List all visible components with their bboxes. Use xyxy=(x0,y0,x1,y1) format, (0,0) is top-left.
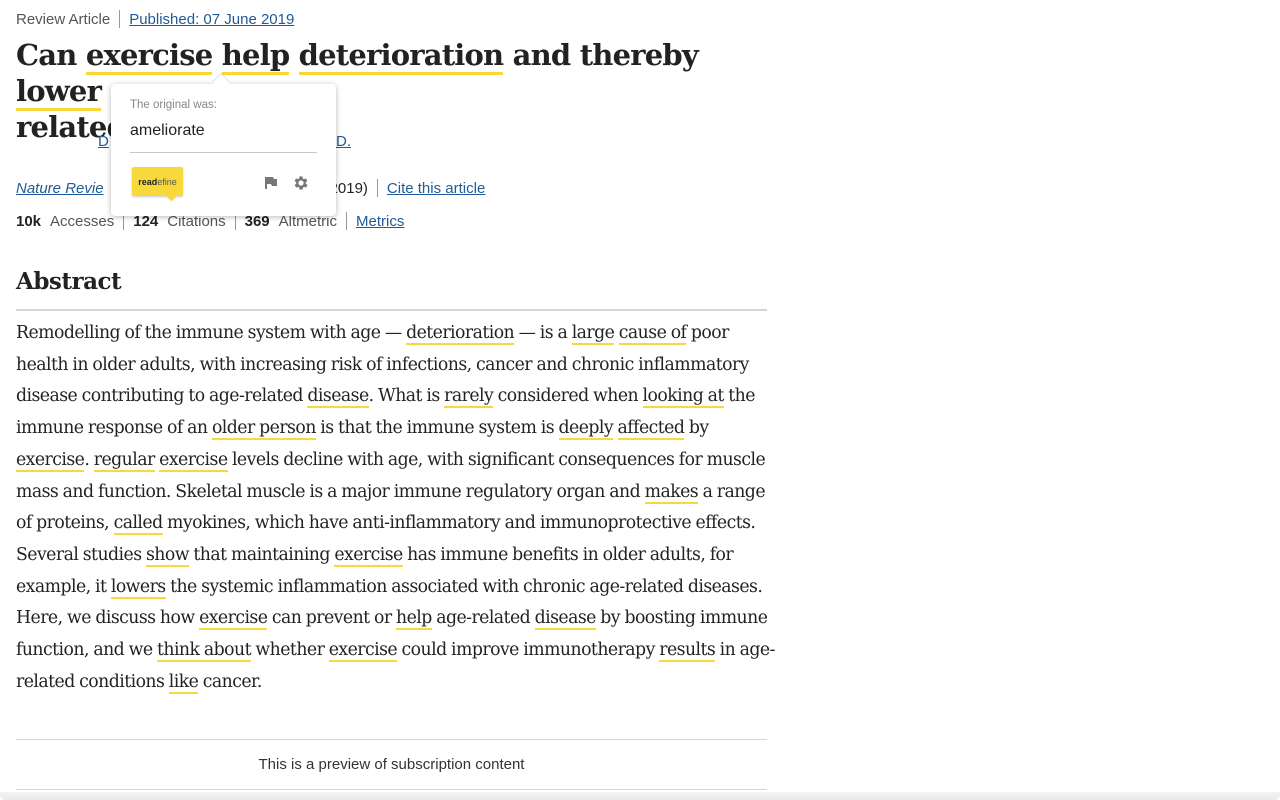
metrics-link[interactable]: Metrics xyxy=(356,213,404,230)
replaced-word[interactable]: regular xyxy=(93,449,155,472)
author-list: D D. xyxy=(98,133,351,150)
gear-icon[interactable] xyxy=(292,174,310,192)
preview-notice-text: This is a preview of subscription conten… xyxy=(258,756,525,773)
title-text: Can xyxy=(16,38,77,72)
replaced-word[interactable]: makes xyxy=(644,481,699,504)
replaced-word[interactable]: called xyxy=(113,513,163,536)
accesses-count: 10k xyxy=(16,212,42,230)
title-text: and thereby xyxy=(512,38,699,72)
replaced-word[interactable]: help xyxy=(396,608,432,631)
replaced-word[interactable]: disease xyxy=(534,608,596,631)
readefine-popup: The original was: ameliorate read efine xyxy=(111,84,336,216)
replaced-word[interactable]: cause of xyxy=(618,323,687,345)
replaced-word[interactable]: affected xyxy=(617,418,685,441)
author-link[interactable]: D. xyxy=(336,133,351,150)
replaced-word[interactable]: lowers xyxy=(110,576,166,599)
replaced-word[interactable]: results xyxy=(659,640,716,663)
title-line-2: related xyxy=(16,110,127,144)
divider xyxy=(376,179,378,197)
replaced-word[interactable]: exercise xyxy=(16,449,85,472)
replaced-word[interactable]: like xyxy=(168,671,199,694)
replaced-word[interactable]: deterioration xyxy=(406,323,515,345)
flag-icon[interactable] xyxy=(264,176,278,190)
abstract-divider xyxy=(16,309,767,311)
subscription-preview-notice: This is a preview of subscription conten… xyxy=(16,739,767,790)
accesses-label: Accesses xyxy=(50,212,115,230)
cite-this-article-link[interactable]: Cite this article xyxy=(387,180,485,197)
replaced-word[interactable]: exercise xyxy=(328,640,398,663)
replaced-word[interactable]: large xyxy=(571,323,615,345)
replaced-word[interactable]: exercise xyxy=(334,544,403,567)
divider xyxy=(346,212,347,230)
replaced-word[interactable]: exercise xyxy=(159,449,228,472)
window-bottom-edge xyxy=(0,792,1280,800)
abstract-text: Remodelling of the immune system with ag… xyxy=(16,323,775,694)
replaced-word[interactable]: looking at xyxy=(642,386,724,409)
published-date-link[interactable]: Published: 07 June 2019 xyxy=(129,11,294,28)
replaced-word[interactable]: exercise xyxy=(85,38,213,75)
replaced-word[interactable]: show xyxy=(145,544,190,567)
replaced-word[interactable]: think about xyxy=(156,640,252,663)
replaced-word[interactable]: disease xyxy=(307,386,369,409)
replaced-word[interactable]: older person xyxy=(211,418,316,441)
article-type: Review Article xyxy=(16,10,111,28)
divider xyxy=(119,10,121,28)
replaced-word[interactable]: deterioration xyxy=(298,38,504,75)
readefine-logo[interactable]: read efine xyxy=(132,167,183,196)
replaced-word[interactable]: rarely xyxy=(444,386,494,409)
article-meta: Review Article Published: 07 June 2019 xyxy=(16,10,294,28)
author-link[interactable]: D xyxy=(98,133,109,150)
replaced-word[interactable]: deeply xyxy=(558,418,614,441)
abstract-heading: Abstract xyxy=(16,268,122,295)
popup-label: The original was: xyxy=(130,99,217,111)
popup-divider xyxy=(130,152,317,153)
replaced-word[interactable]: help xyxy=(221,38,290,75)
replaced-word[interactable]: exercise xyxy=(199,608,268,631)
journal-link[interactable]: Nature Revie xyxy=(16,180,104,197)
original-word: ameliorate xyxy=(130,122,205,139)
replaced-word[interactable]: lower xyxy=(16,74,102,111)
